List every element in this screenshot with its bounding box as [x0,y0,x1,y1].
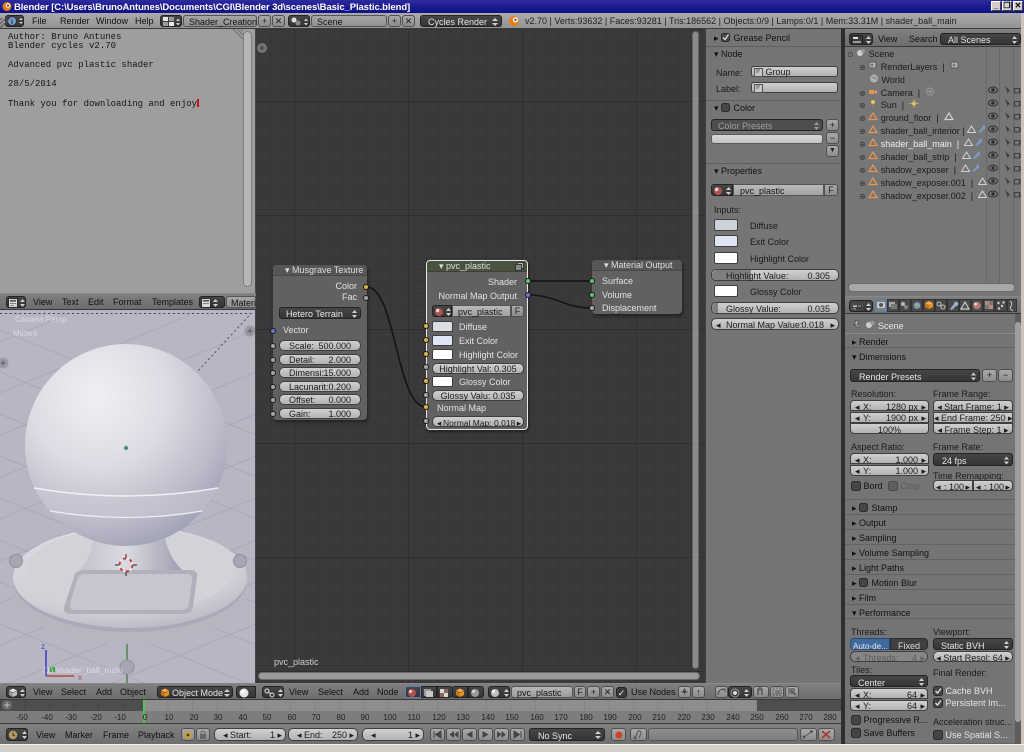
svg-text:z: z [41,642,45,651]
svg-text:(1) shader_ball_main: (1) shader_ball_main [43,665,123,675]
svg-text:Meters: Meters [13,329,37,338]
svg-text:Camera Persp: Camera Persp [15,315,67,324]
